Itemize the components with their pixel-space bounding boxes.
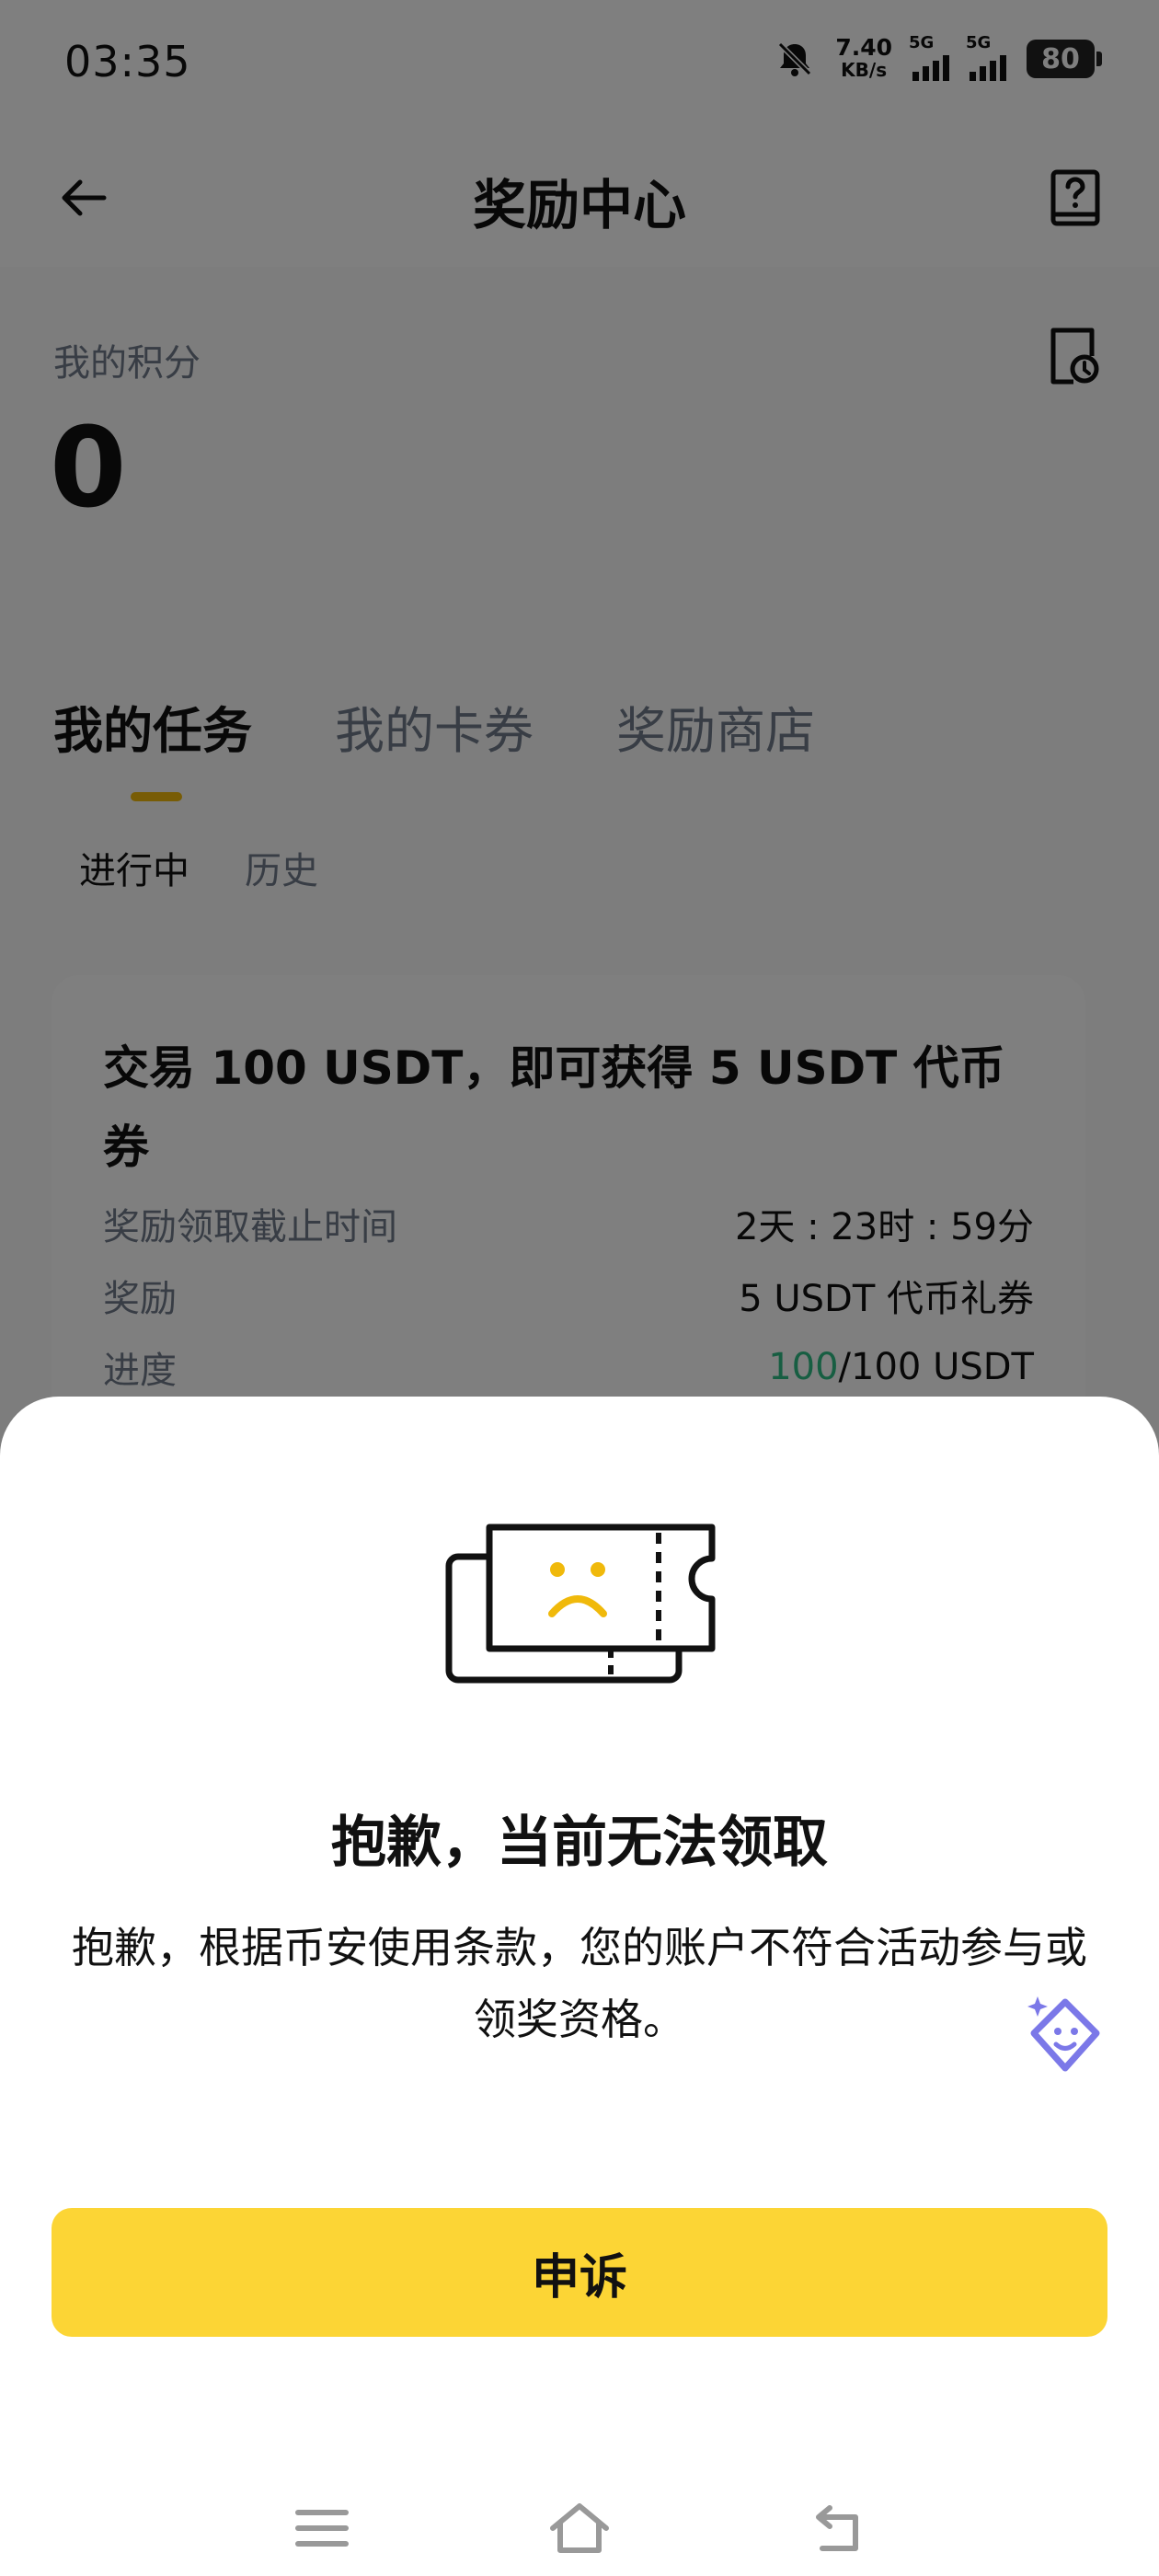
unavailable-bottom-sheet: 抱歉，当前无法领取 抱歉，根据币安使用条款，您的账户不符合活动参与或领奖资格。 … bbox=[0, 1397, 1159, 2576]
home-nav-button[interactable] bbox=[543, 2491, 616, 2565]
menu-nav-button[interactable] bbox=[285, 2491, 359, 2565]
sad-ticket-icon bbox=[445, 1524, 716, 1684]
sheet-description: 抱歉，根据币安使用条款，您的账户不符合活动参与或领奖资格。 bbox=[72, 1923, 1087, 2044]
home-icon bbox=[550, 2503, 609, 2553]
menu-icon bbox=[295, 2510, 349, 2547]
screen: 03:35 7.40 KB/s 5G 5G 80 bbox=[0, 0, 1159, 2576]
ai-assistant-icon[interactable] bbox=[1025, 1995, 1106, 2076]
back-nav-button[interactable] bbox=[800, 2491, 874, 2565]
back-nav-icon bbox=[816, 2505, 858, 2551]
sheet-title: 抱歉，当前无法领取 bbox=[331, 1811, 828, 1875]
appeal-button[interactable]: 申诉 bbox=[52, 2208, 1107, 2337]
system-nav-bar bbox=[0, 2480, 1159, 2576]
